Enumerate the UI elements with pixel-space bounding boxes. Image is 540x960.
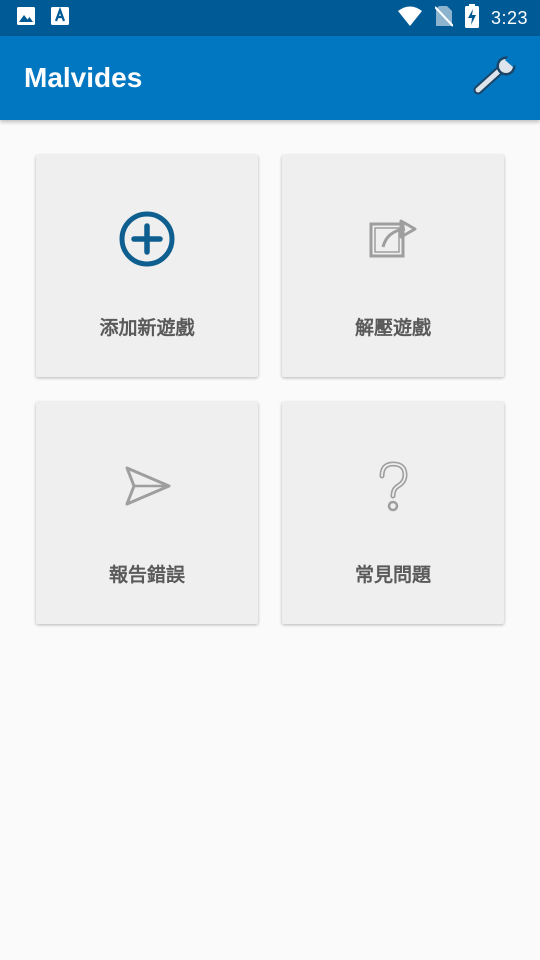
report-bug-tile[interactable]: 報告錯誤 [36,402,258,624]
extract-game-tile[interactable]: 解壓遊戲 [282,155,504,377]
action-grid: 添加新遊戲 解壓遊戲 報告錯誤 常見問題 [36,155,504,624]
wifi-icon [397,5,423,31]
share-export-icon [361,207,425,271]
app-bar: Malvides [0,36,540,120]
wrench-icon [473,54,519,100]
help-question-icon [361,454,425,518]
font-a-icon [50,6,70,30]
app-title: Malvides [24,62,143,93]
extract-game-label: 解壓遊戲 [354,317,431,339]
send-icon [115,454,179,518]
status-right: 3:23 [397,4,528,32]
battery-charging-icon [464,4,479,32]
no-sim-icon [434,5,454,31]
status-time: 3:23 [490,7,528,28]
settings-button[interactable] [472,54,520,102]
faq-label: 常見問題 [354,564,431,586]
image-icon [16,6,36,30]
status-bar: 3:23 [0,0,540,36]
report-bug-label: 報告錯誤 [108,564,185,586]
status-left [16,6,70,30]
faq-tile[interactable]: 常見問題 [282,402,504,624]
add-game-label: 添加新遊戲 [99,317,195,339]
add-circle-icon [115,207,179,271]
add-game-tile[interactable]: 添加新遊戲 [36,155,258,377]
